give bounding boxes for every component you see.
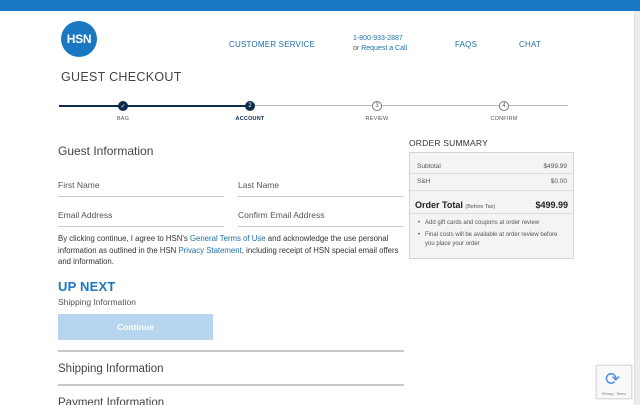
order-total-label: Order Total (Before Tax) — [415, 200, 495, 210]
step-bag-check-icon: ✓ — [118, 101, 128, 111]
up-next-heading: UP NEXT — [58, 279, 116, 294]
step-account-marker: 2 — [245, 101, 255, 111]
step-review-marker: 3 — [372, 101, 382, 111]
summary-separator — [410, 213, 573, 214]
summary-separator — [410, 173, 573, 174]
terms-of-use-link[interactable]: General Terms of Use — [190, 234, 266, 243]
scrollbar[interactable] — [634, 11, 640, 405]
guest-info-title: Guest Information — [58, 144, 154, 158]
sh-value: $0.00 — [550, 178, 567, 185]
phone-number[interactable]: 1-800-933-2887 — [353, 34, 407, 44]
first-name-field[interactable]: First Name — [58, 177, 224, 197]
section-divider — [58, 350, 404, 352]
step-review-label: REVIEW — [365, 116, 389, 122]
order-total-text: Order Total — [415, 200, 463, 210]
order-total-row: Order Total (Before Tax) $499.99 — [415, 200, 568, 210]
consent-text: By clicking continue, I agree to HSN's G… — [58, 233, 404, 268]
chat-link[interactable]: CHAT — [519, 40, 541, 49]
summary-notes: Add gift cards and coupons at order revi… — [416, 219, 567, 252]
faqs-link[interactable]: FAQS — [455, 40, 477, 49]
phone-block: 1-800-933-2887 or Request a Call — [353, 34, 407, 54]
consent-part1: By clicking continue, I agree to HSN's — [58, 234, 190, 243]
summary-note: Final costs will be available at order r… — [416, 231, 567, 249]
step-confirm-marker: 4 — [499, 101, 509, 111]
hsn-logo[interactable]: HSN — [61, 21, 97, 57]
sh-label: S&H — [417, 178, 431, 185]
step-bag-label: BAG — [116, 116, 130, 122]
phone-or-text: or — [353, 45, 360, 52]
before-tax-note: (Before Tax) — [465, 204, 496, 210]
step-account-label: ACCOUNT — [235, 116, 265, 122]
subtotal-label: Subtotal — [417, 163, 441, 170]
top-brand-bar — [0, 0, 640, 11]
request-call-link[interactable]: Request a Call — [361, 45, 407, 52]
payment-info-section[interactable]: Payment Information — [58, 397, 164, 405]
order-total-value: $499.99 — [535, 200, 568, 210]
order-summary-box: Subtotal $499.99 S&H $0.00 Order Total (… — [409, 152, 574, 259]
page-title: GUEST CHECKOUT — [61, 70, 182, 84]
up-next-subtitle: Shipping Information — [58, 297, 136, 307]
confirm-email-field[interactable]: Confirm Email Address — [238, 207, 404, 227]
recaptcha-icon: ⟳ — [605, 369, 621, 389]
order-summary-title: ORDER SUMMARY — [409, 138, 488, 148]
customer-service-link[interactable]: CUSTOMER SERVICE — [229, 40, 315, 49]
privacy-statement-link[interactable]: Privacy Statement — [178, 246, 241, 255]
progress-fill — [59, 105, 250, 107]
recaptcha-text: Privacy - Terms — [601, 392, 627, 396]
subtotal-value: $499.99 — [543, 163, 568, 170]
last-name-field[interactable]: Last Name — [238, 177, 404, 197]
continue-button[interactable]: Continue — [58, 314, 213, 340]
step-confirm-label: CONFIRM — [490, 116, 518, 122]
sh-row: S&H $0.00 — [417, 178, 567, 185]
shipping-info-section[interactable]: Shipping Information — [58, 363, 163, 375]
subtotal-row: Subtotal $499.99 — [417, 163, 567, 170]
section-divider — [58, 384, 404, 386]
summary-separator — [410, 190, 573, 191]
summary-note: Add gift cards and coupons at order revi… — [416, 219, 567, 228]
email-field[interactable]: Email Address — [58, 207, 224, 227]
recaptcha-badge[interactable]: ⟳ Privacy - Terms — [596, 365, 632, 399]
